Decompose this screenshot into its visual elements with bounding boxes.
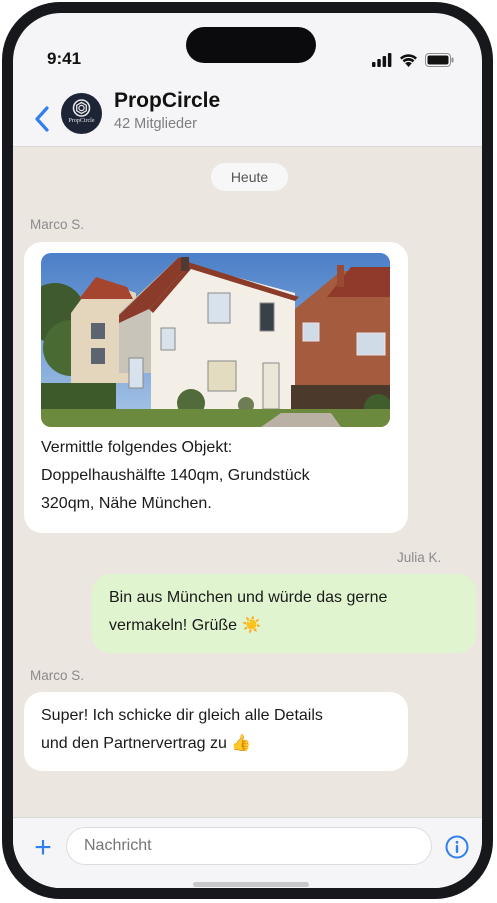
message-line: und den Partnervertrag zu 👍 [41,735,252,752]
message-bubble[interactable]: Bin aus München und würde das gerne verm… [92,574,476,653]
message-sender: Julia K. [397,550,442,565]
avatar-label: PropCircle [68,118,95,124]
message-line: Vermittle folgendes Objekt: [41,439,233,456]
phone-frame: 9:41 PropCircle PropCircle 42 Mitglieder… [2,2,493,899]
propcircle-logo-icon [72,99,91,117]
info-icon[interactable] [445,835,469,859]
group-avatar[interactable]: PropCircle [61,93,102,134]
chat-header: PropCircle PropCircle 42 Mitglieder [13,89,482,146]
message-bubble[interactable]: Super! Ich schicke dir gleich alle Detai… [24,692,408,771]
signal-icon [372,53,392,67]
message-line: Super! Ich schicke dir gleich alle Detai… [41,707,323,724]
message-text: Super! Ich schicke dir gleich alle Detai… [41,702,401,758]
message-line: 320qm, Nähe München. [41,495,212,512]
message-line: vermakeln! Grüße ☀️ [109,617,262,634]
back-chevron-icon[interactable] [33,105,53,133]
message-line: Doppelhaushälfte 140qm, Grundstück [41,467,310,484]
input-bar: + [13,817,482,888]
message-bubble[interactable]: Vermittle folgendes Objekt: Doppelhaushä… [24,242,408,533]
message-input[interactable] [66,827,432,865]
message-text: Bin aus München und würde das gerne verm… [109,584,469,640]
home-indicator[interactable] [193,882,309,887]
chat-area[interactable]: Heute Marco S. Vermittle folgendes Objek… [13,147,482,817]
message-text: Vermittle folgendes Objekt: Doppelhaushä… [41,434,401,518]
screen: 9:41 PropCircle PropCircle 42 Mitglieder… [13,13,482,888]
status-bar: 9:41 [13,13,482,93]
battery-icon [425,53,454,67]
plus-icon[interactable]: + [31,830,55,866]
status-icons [372,53,454,67]
house-image [41,253,390,427]
dynamic-island [186,27,316,63]
message-sender: Marco S. [30,217,85,232]
status-time: 9:41 [47,49,82,68]
message-line: Bin aus München und würde das gerne [109,589,388,606]
message-sender: Marco S. [30,668,85,683]
group-title[interactable]: PropCircle [114,89,220,113]
property-photo[interactable] [41,253,390,427]
wifi-icon [400,53,417,67]
date-separator: Heute [211,163,288,191]
member-count: 42 Mitglieder [114,116,198,132]
